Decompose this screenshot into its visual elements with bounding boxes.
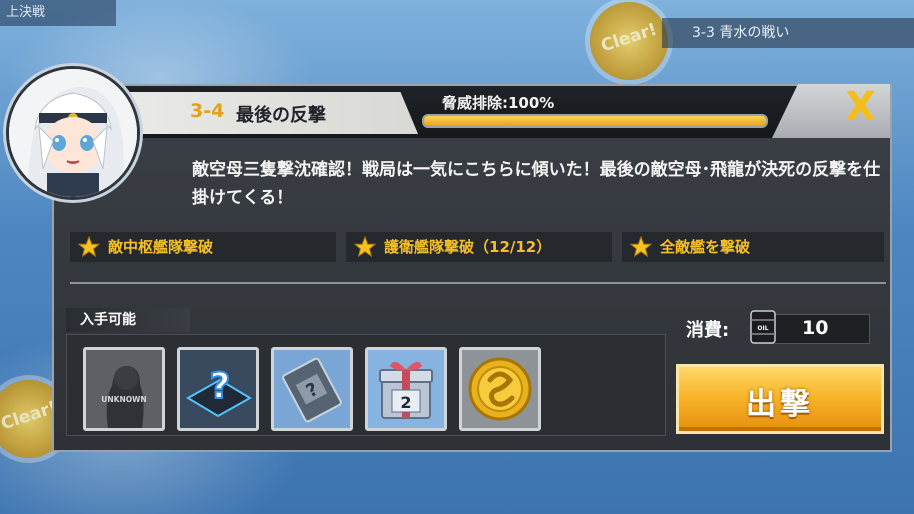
cost-label: 消費: bbox=[686, 320, 730, 341]
threat-label: 脅威排除:100% bbox=[442, 94, 555, 112]
commander-avatar bbox=[6, 66, 140, 200]
background-clear-badge: Clear! bbox=[590, 2, 668, 80]
oil-label: OIL bbox=[757, 325, 768, 332]
rewards-title: 入手可能 bbox=[66, 308, 190, 332]
star-icon bbox=[354, 236, 376, 258]
condition-1: 敵中枢艦隊撃破 bbox=[70, 232, 336, 262]
condition-2: 護衛艦隊撃破（12/12） bbox=[346, 232, 612, 262]
coin-icon bbox=[462, 350, 538, 428]
cost-value: 10 bbox=[802, 317, 829, 339]
book-icon: ? bbox=[274, 350, 350, 428]
unknown-label: UNKNOWN bbox=[101, 395, 146, 404]
tech-box-tier: 2 bbox=[400, 393, 411, 412]
reward-gold-coin[interactable] bbox=[459, 347, 541, 431]
reward-tech-box[interactable]: 2 bbox=[365, 347, 447, 431]
rewards-list: UNKNOWN ? ? 2 bbox=[66, 334, 666, 436]
threat-progress-bar bbox=[422, 114, 768, 128]
reward-mystery-item[interactable]: ? bbox=[177, 347, 259, 431]
close-icon[interactable]: X bbox=[845, 84, 876, 130]
gift-box-icon: 2 bbox=[368, 350, 444, 428]
background-stage-header: 3-3 青水の戦い bbox=[662, 18, 914, 48]
svg-text:?: ? bbox=[210, 366, 231, 407]
divider bbox=[70, 282, 886, 284]
star-icon bbox=[78, 236, 100, 258]
star-icon bbox=[630, 236, 652, 258]
reward-unknown-ship[interactable]: UNKNOWN bbox=[83, 347, 165, 431]
stage-description: 敵空母三隻撃沈確認！戦局は一気にこちらに傾いた！最後の敵空母･飛龍が決死の反撃を… bbox=[192, 160, 881, 208]
sortie-label: 出撃 bbox=[746, 387, 814, 422]
stage-name: 最後の反撃 bbox=[236, 105, 326, 126]
stage-info-panel: 3-4 最後の反撃 脅威排除:100% X 敵空母三隻撃沈確認！戦局は一気にこち… bbox=[52, 84, 892, 452]
stage-number: 3-4 bbox=[190, 100, 225, 122]
question-icon: ? bbox=[180, 350, 256, 428]
oil-barrel-icon: OIL bbox=[750, 310, 776, 344]
background-top-label: 上決戦 bbox=[0, 0, 116, 26]
sortie-button[interactable]: 出撃 bbox=[676, 364, 884, 434]
threat-value: 100% bbox=[508, 94, 555, 112]
condition-3: 全敵艦を撃破 bbox=[622, 232, 884, 262]
threat-progress-fill bbox=[424, 116, 766, 126]
reward-mystery-book[interactable]: ? bbox=[271, 347, 353, 431]
